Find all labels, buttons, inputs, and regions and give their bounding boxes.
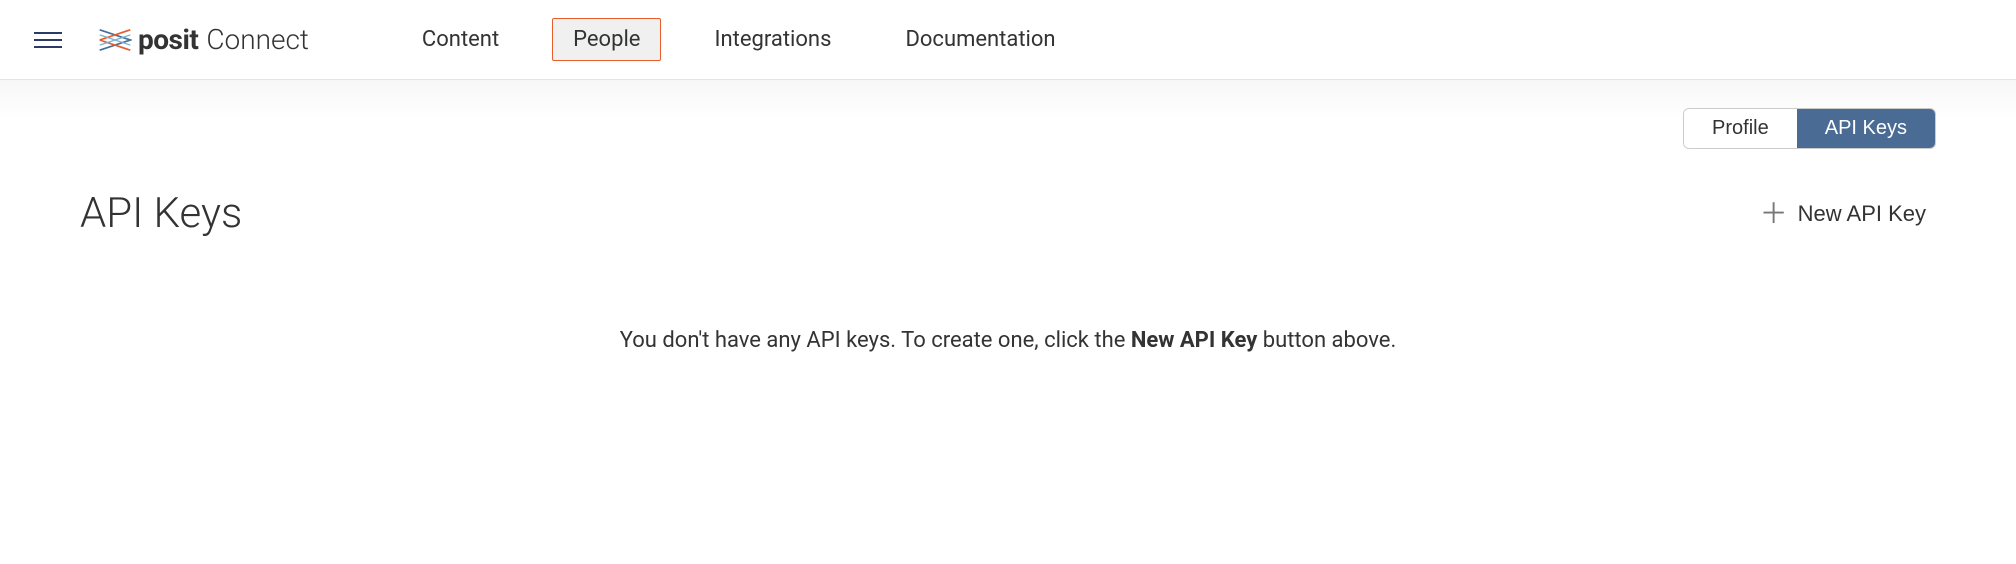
- profile-tab-group: Profile API Keys: [1683, 108, 1936, 149]
- main-nav: Content People Integrations Documentatio…: [401, 18, 1077, 61]
- brand-logo[interactable]: posit Connect: [98, 23, 309, 56]
- page-title: API Keys: [80, 189, 242, 238]
- sub-header: Profile API Keys: [0, 80, 2016, 149]
- empty-state-message: You don't have any API keys. To create o…: [80, 328, 1936, 353]
- title-row: API Keys ＋ New API Key: [80, 189, 1936, 238]
- tab-profile[interactable]: Profile: [1684, 109, 1797, 148]
- main-header: posit Connect Content People Integration…: [0, 0, 2016, 80]
- content-area: API Keys ＋ New API Key You don't have an…: [0, 149, 2016, 393]
- hamburger-menu-icon[interactable]: [30, 28, 66, 52]
- brand-name-bold: posit: [138, 23, 198, 56]
- new-api-key-button[interactable]: ＋ New API Key: [1750, 194, 1936, 234]
- new-api-key-label: New API Key: [1798, 201, 1926, 227]
- nav-people[interactable]: People: [552, 18, 661, 61]
- empty-suffix: button above.: [1257, 328, 1396, 353]
- tab-api-keys[interactable]: API Keys: [1797, 109, 1935, 148]
- brand-name-light: Connect: [206, 23, 309, 56]
- plus-icon: ＋: [1760, 200, 1788, 228]
- posit-logo-icon: [98, 26, 132, 54]
- empty-prefix: You don't have any API keys. To create o…: [620, 328, 1131, 353]
- nav-content[interactable]: Content: [401, 18, 520, 61]
- nav-documentation[interactable]: Documentation: [884, 18, 1076, 61]
- nav-integrations[interactable]: Integrations: [693, 18, 852, 61]
- empty-bold: New API Key: [1131, 328, 1257, 353]
